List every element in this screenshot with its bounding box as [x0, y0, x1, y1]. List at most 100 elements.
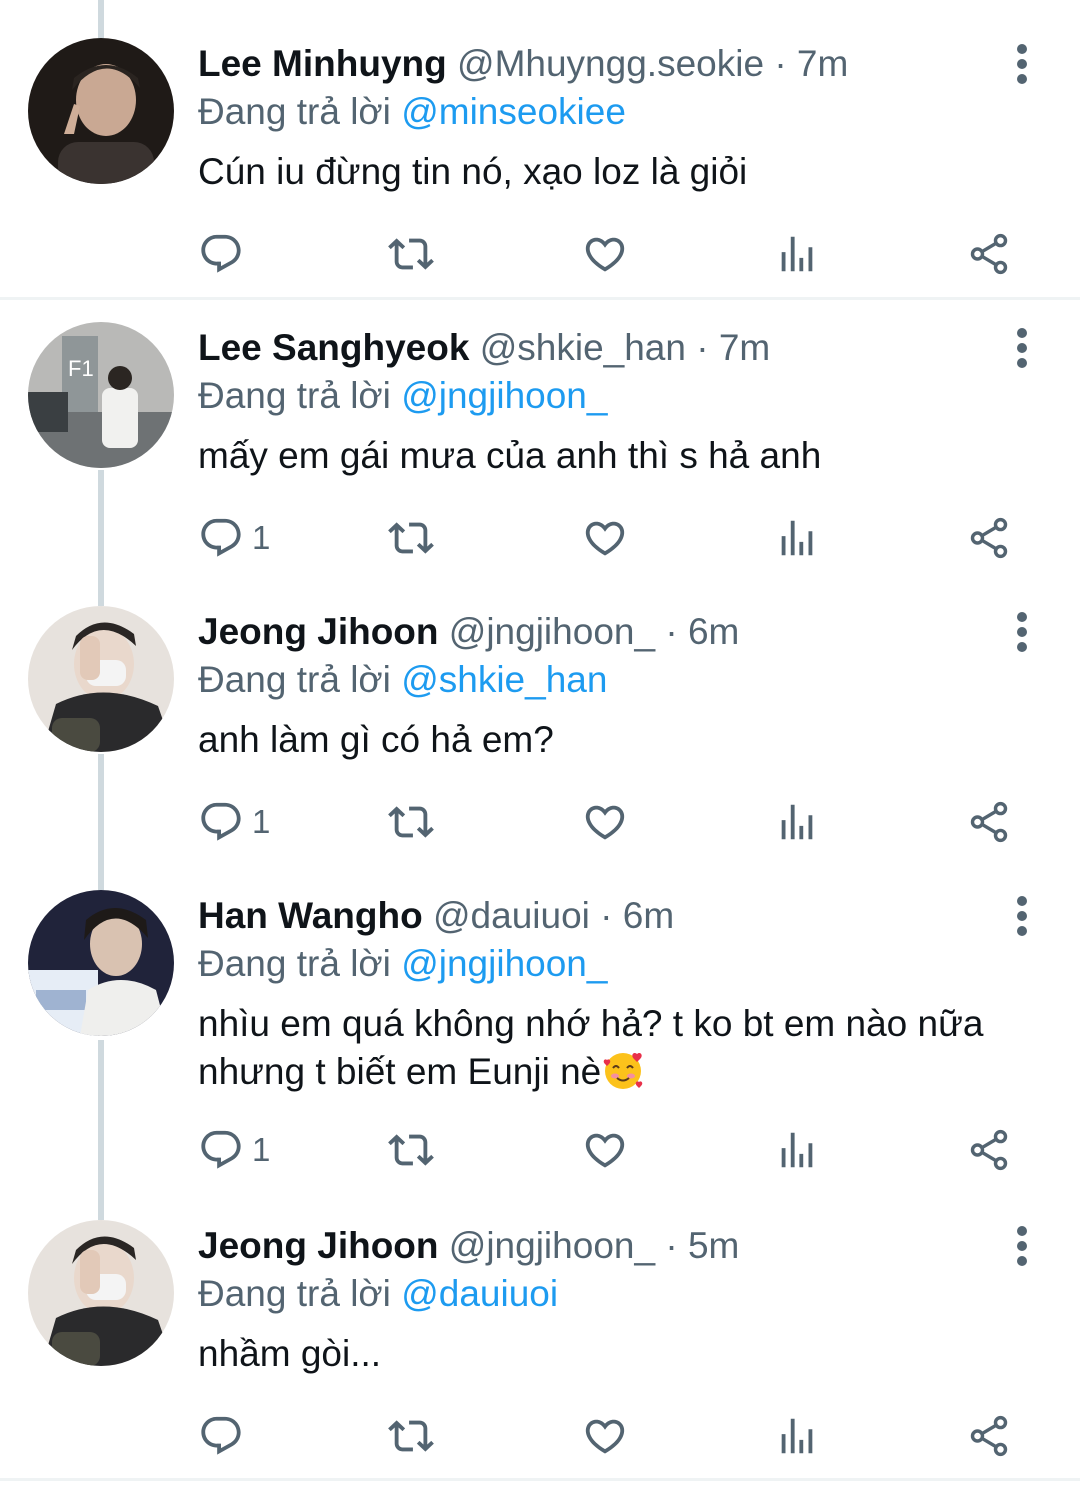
- mention-link[interactable]: @jngjihoon_: [401, 943, 607, 984]
- display-name[interactable]: Jeong Jihoon: [198, 1225, 439, 1266]
- retweet-button[interactable]: [388, 508, 434, 568]
- views-button[interactable]: [774, 1120, 820, 1180]
- timestamp[interactable]: 6m: [623, 895, 674, 936]
- timestamp[interactable]: 7m: [797, 43, 848, 84]
- reply-button[interactable]: [198, 224, 252, 284]
- tweet-text-line: nhìu em quá không nhớ hả? t ko bt em nào…: [198, 1003, 984, 1044]
- reply-button[interactable]: 1: [198, 792, 270, 852]
- replying-to: Đang trả lời @jngjihoon_: [198, 940, 1040, 988]
- user-handle[interactable]: @dauiuoi: [433, 895, 590, 936]
- tweet-text-line: nhưng t biết em Eunji nè: [198, 1048, 1040, 1096]
- mention-link[interactable]: @shkie_han: [401, 659, 607, 700]
- reply-icon: [198, 1127, 244, 1173]
- share-icon: [966, 1127, 1012, 1173]
- replying-prefix: Đang trả lời: [198, 91, 391, 132]
- tweet-header: Jeong Jihoon @jngjihoon_ · 5m: [198, 1222, 1040, 1270]
- user-handle[interactable]: @jngjihoon_: [449, 611, 655, 652]
- share-button[interactable]: [966, 508, 1012, 568]
- share-button[interactable]: [966, 1120, 1012, 1180]
- share-button[interactable]: [966, 224, 1012, 284]
- like-button[interactable]: [582, 508, 628, 568]
- replying-prefix: Đang trả lời: [198, 943, 391, 984]
- tweet[interactable]: Jeong Jihoon @jngjihoon_ · 5m Đang trả l…: [0, 1198, 1080, 1480]
- display-name[interactable]: Han Wangho: [198, 895, 423, 936]
- reply-button[interactable]: 1: [198, 1120, 270, 1180]
- views-button[interactable]: [774, 508, 820, 568]
- divider: [0, 1478, 1080, 1481]
- retweet-button[interactable]: [388, 1406, 434, 1466]
- tweet[interactable]: Lee Minhuyng @Mhuyngg.seokie · 7m Đang t…: [0, 0, 1080, 298]
- reply-count: 1: [252, 803, 271, 840]
- tweet-text: nhìu em quá không nhớ hả? t ko bt em nào…: [198, 1000, 1040, 1096]
- like-button[interactable]: [582, 1406, 628, 1466]
- retweet-icon: [388, 1413, 434, 1459]
- mention-link[interactable]: @minseokiee: [401, 91, 626, 132]
- replying-to: Đang trả lời @minseokiee: [198, 88, 1040, 136]
- avatar[interactable]: F1: [28, 322, 174, 468]
- replying-to: Đang trả lời @shkie_han: [198, 656, 1040, 704]
- avatar[interactable]: [28, 890, 174, 1036]
- reply-button[interactable]: 1: [198, 508, 270, 568]
- user-handle[interactable]: @Mhuyngg.seokie: [457, 43, 764, 84]
- more-vertical-icon[interactable]: [1010, 1222, 1034, 1270]
- share-button[interactable]: [966, 1406, 1012, 1466]
- reply-icon: [198, 799, 244, 845]
- replying-prefix: Đang trả lời: [198, 1273, 391, 1314]
- timestamp[interactable]: 7m: [719, 327, 770, 368]
- reply-count: 1: [252, 519, 271, 556]
- more-vertical-icon[interactable]: [1010, 40, 1034, 88]
- tweet-text: anh làm gì có hả em?: [198, 719, 554, 760]
- action-bar: [198, 1406, 1028, 1466]
- more-vertical-icon[interactable]: [1010, 892, 1034, 940]
- share-icon: [966, 231, 1012, 277]
- heart-icon: [582, 231, 628, 277]
- tweet-text: Cún iu đừng tin nó, xạo loz là giỏi: [198, 151, 748, 192]
- tweet-text-line-content: nhưng t biết em Eunji nè: [198, 1051, 602, 1092]
- timestamp[interactable]: 5m: [688, 1225, 739, 1266]
- share-button[interactable]: [966, 792, 1012, 852]
- like-button[interactable]: [582, 792, 628, 852]
- like-button[interactable]: [582, 224, 628, 284]
- views-button[interactable]: [774, 1406, 820, 1466]
- heart-icon: [582, 515, 628, 561]
- tweet[interactable]: F1 Lee Sanghyeok @shkie_han · 7m Đang tr…: [0, 300, 1080, 582]
- separator-dot: ·: [665, 611, 678, 652]
- views-button[interactable]: [774, 224, 820, 284]
- svg-text:F1: F1: [68, 356, 94, 381]
- retweet-button[interactable]: [388, 1120, 434, 1180]
- avatar[interactable]: [28, 38, 174, 184]
- replying-prefix: Đang trả lời: [198, 659, 391, 700]
- analytics-icon: [774, 515, 820, 561]
- retweet-icon: [388, 231, 434, 277]
- reply-icon: [198, 1413, 244, 1459]
- more-vertical-icon[interactable]: [1010, 608, 1034, 656]
- display-name[interactable]: Lee Sanghyeok: [198, 327, 469, 368]
- like-button[interactable]: [582, 1120, 628, 1180]
- mention-link[interactable]: @jngjihoon_: [401, 375, 607, 416]
- tweet-header: Han Wangho @dauiuoi · 6m: [198, 892, 1040, 940]
- reply-count: 1: [252, 1131, 271, 1168]
- retweet-button[interactable]: [388, 224, 434, 284]
- tweet[interactable]: Jeong Jihoon @jngjihoon_ · 6m Đang trả l…: [0, 584, 1080, 866]
- display-name[interactable]: Jeong Jihoon: [198, 611, 439, 652]
- separator-dot: ·: [665, 1225, 678, 1266]
- avatar[interactable]: [28, 606, 174, 752]
- avatar[interactable]: [28, 1220, 174, 1366]
- user-handle[interactable]: @shkie_han: [480, 327, 686, 368]
- retweet-icon: [388, 515, 434, 561]
- user-handle[interactable]: @jngjihoon_: [449, 1225, 655, 1266]
- tweet-text: mấy em gái mưa của anh thì s hả anh: [198, 435, 822, 476]
- analytics-icon: [774, 1413, 820, 1459]
- mention-link[interactable]: @dauiuoi: [401, 1273, 558, 1314]
- tweet[interactable]: Han Wangho @dauiuoi · 6m Đang trả lời @j…: [0, 868, 1080, 1196]
- separator-dot: ·: [696, 327, 709, 368]
- separator-dot: ·: [774, 43, 787, 84]
- views-button[interactable]: [774, 792, 820, 852]
- analytics-icon: [774, 799, 820, 845]
- smiling-face-with-hearts-icon: [603, 1052, 643, 1089]
- more-vertical-icon[interactable]: [1010, 324, 1034, 372]
- reply-button[interactable]: [198, 1406, 252, 1466]
- timestamp[interactable]: 6m: [688, 611, 739, 652]
- retweet-button[interactable]: [388, 792, 434, 852]
- display-name[interactable]: Lee Minhuyng: [198, 43, 447, 84]
